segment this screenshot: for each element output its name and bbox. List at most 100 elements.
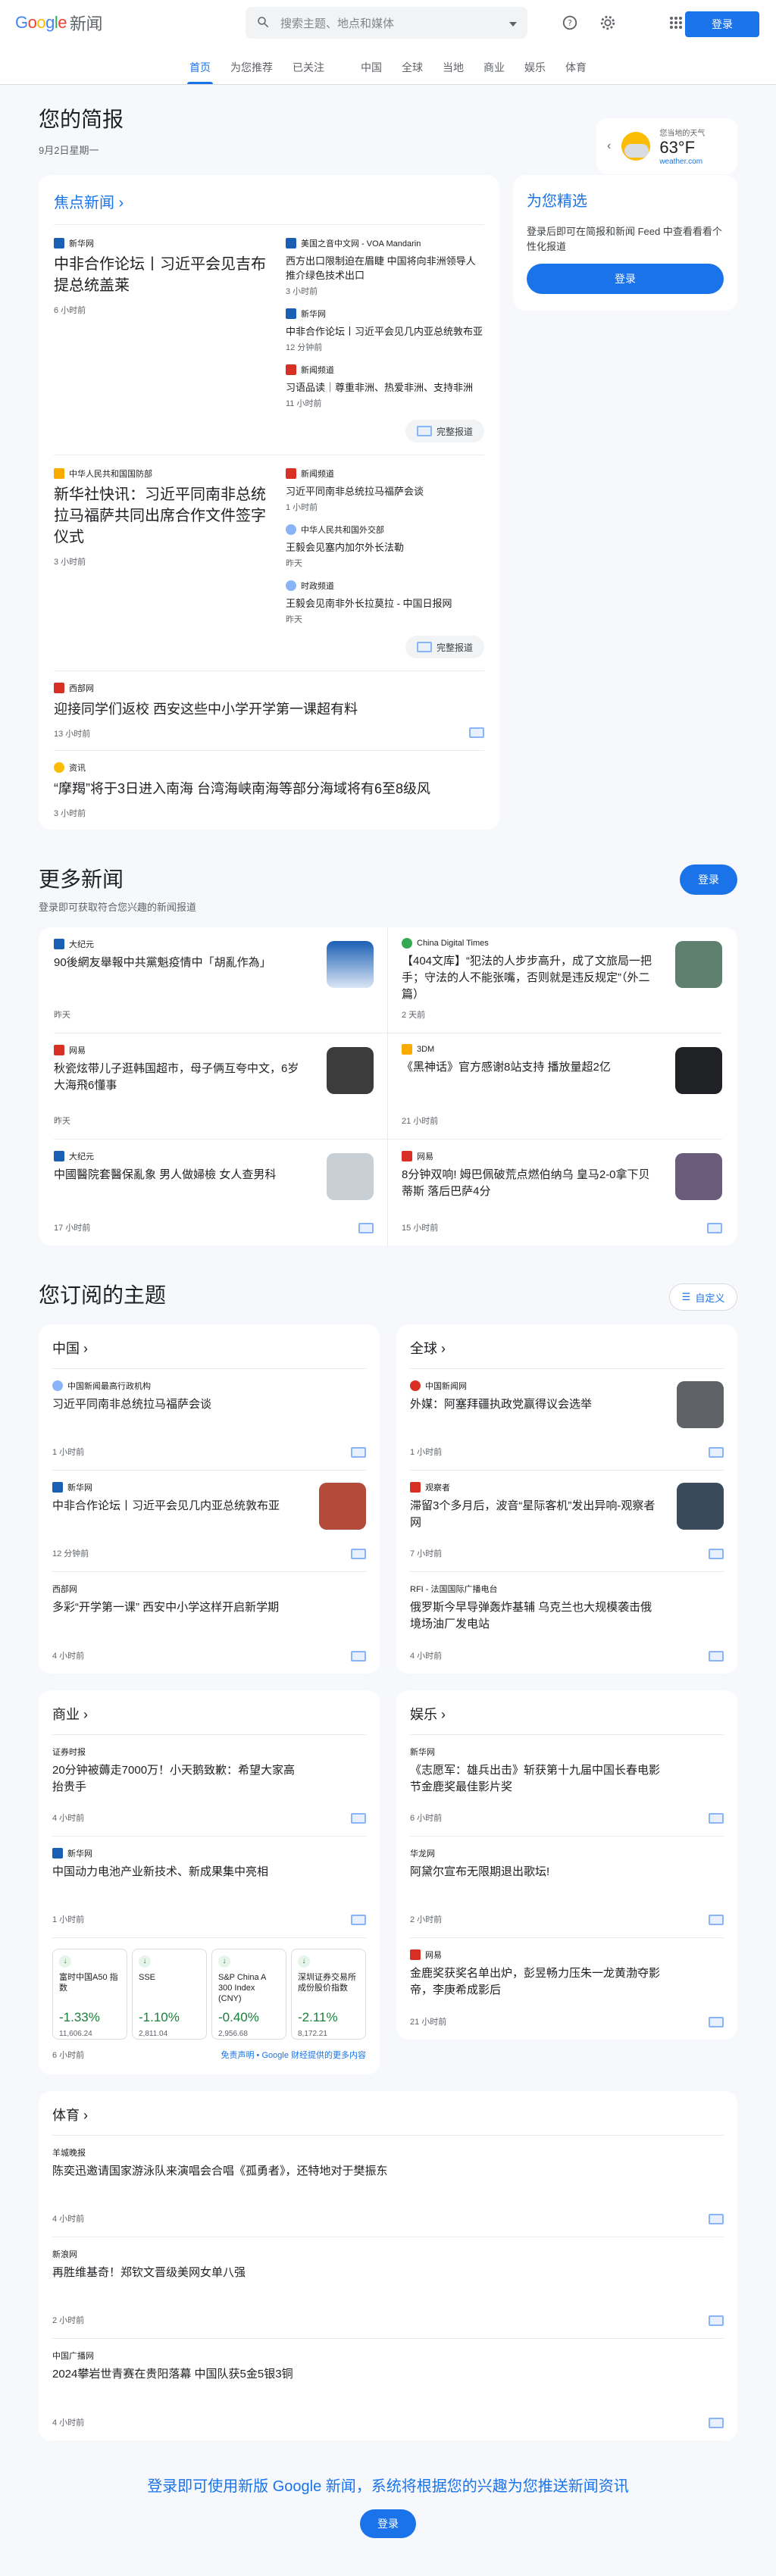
tab-entertainment[interactable]: 娱乐 <box>524 60 546 84</box>
topic-title[interactable]: 商业 › <box>52 1690 366 1735</box>
full-coverage-button[interactable]: 完整报道 <box>405 420 484 442</box>
headline[interactable]: 王毅会见南非外长拉莫拉 - 中国日报网 <box>286 596 484 611</box>
help-icon[interactable]: ? <box>561 14 579 32</box>
headline[interactable]: 秋瓷炫带儿子逛韩国超市，母子俩互夸中文，6岁大海飛6懂事 <box>54 1061 374 1094</box>
headline[interactable]: 中国动力电池产业新技术、新成果集中亮相 <box>52 1864 366 1880</box>
news-thumbnail[interactable] <box>675 1153 722 1200</box>
full-coverage-icon[interactable] <box>709 2017 724 2027</box>
headline[interactable]: 阿黛尔宣布无限期退出歌坛! <box>410 1864 724 1880</box>
full-coverage-icon <box>416 642 432 652</box>
full-coverage-icon[interactable] <box>709 2214 724 2224</box>
list-item: 华龙网 阿黛尔宣布无限期退出歌坛! 2 小时前 <box>410 1837 724 1938</box>
headline[interactable]: 习语品读｜尊重非洲、热爱非洲、支持非洲 <box>286 380 484 395</box>
full-coverage-icon[interactable] <box>709 1915 724 1925</box>
headline[interactable]: 王毅会见塞内加尔外长法勒 <box>286 540 484 555</box>
full-coverage-icon[interactable] <box>469 727 484 738</box>
tab-home[interactable]: 首页 <box>187 60 213 84</box>
weather-source[interactable]: weather.com <box>659 158 705 166</box>
stock-value: 2,956.68 <box>218 2030 248 2038</box>
stock-ticker[interactable]: ↓ SSE -1.10% 2,811.04 <box>132 1949 207 2040</box>
full-coverage-icon[interactable] <box>709 1813 724 1824</box>
apps-grid-icon[interactable] <box>667 14 685 32</box>
headline[interactable]: 俄罗斯今早导弹轰炸基辅 乌克兰也大规模袭击俄境场油厂发电站 <box>410 1599 724 1633</box>
finance-disclaimer-link[interactable]: 免责声明 • Google 财经提供的更多内容 <box>221 2049 367 2061</box>
headline[interactable]: 2024攀岩世青赛在贵阳落幕 中国队获5金5银3铜 <box>52 2366 724 2383</box>
full-coverage-icon[interactable] <box>709 1549 724 1559</box>
headline[interactable]: 习近平同南非总统拉马福萨会谈 <box>286 484 484 499</box>
headline[interactable]: 迎接同学们返校 西安这些中小学开学第一课超有料 <box>54 699 484 720</box>
tab-world[interactable]: 全球 <box>402 60 423 84</box>
list-item: 新华网 中非合作论坛丨习近平会见几内亚总统敦布亚 12 分钟前 <box>52 1471 366 1572</box>
full-coverage-icon[interactable] <box>709 1447 724 1458</box>
headline[interactable]: 《黑神话》官方感谢8站支持 播放量超2亿 <box>402 1059 722 1076</box>
headline[interactable]: “摩羯”将于3日进入南海 台湾海峡南海等部分海域将有6至8级风 <box>54 778 484 799</box>
full-coverage-icon[interactable] <box>709 1651 724 1662</box>
source-name: 西部网 <box>69 684 94 693</box>
headline[interactable]: 中國醫院套醫保亂象 男人做婦檢 女人查男科 <box>54 1167 374 1183</box>
google-news-logo[interactable]: Google 新闻 <box>15 11 103 35</box>
news-thumbnail[interactable] <box>327 1047 374 1094</box>
search-input[interactable]: 搜索主题、地点和媒体 <box>246 7 527 39</box>
full-coverage-icon[interactable] <box>709 2315 724 2326</box>
topic-title[interactable]: 中国 › <box>52 1324 366 1369</box>
timestamp: 4 小时前 <box>52 2215 85 2224</box>
source-logo-icon <box>286 524 296 535</box>
news-thumbnail[interactable] <box>327 1153 374 1200</box>
full-coverage-icon[interactable] <box>358 1223 374 1233</box>
full-coverage-icon[interactable] <box>709 2418 724 2428</box>
down-arrow-icon: ↓ <box>218 1955 230 1968</box>
headline[interactable]: 陈奕迅邀请国家游泳队来演唱会合唱《孤勇者》，还特地对于樊振东 <box>52 2163 724 2180</box>
sign-in-button[interactable]: 登录 <box>685 11 759 37</box>
news-thumbnail[interactable] <box>675 1047 722 1094</box>
chevron-left-icon[interactable]: ‹ <box>607 139 611 153</box>
tab-following[interactable]: 已关注 <box>293 60 324 84</box>
full-coverage-icon[interactable] <box>351 1651 366 1662</box>
news-thumbnail[interactable] <box>319 1483 366 1530</box>
stock-ticker[interactable]: ↓ 深圳证券交易所成份股价指数 -2.11% 8,172.21 <box>291 1949 366 2040</box>
dropdown-icon[interactable] <box>509 17 517 29</box>
top-stories-title[interactable]: 焦点新闻 › <box>54 175 484 225</box>
tab-china[interactable]: 中国 <box>361 60 382 84</box>
headline[interactable]: 中非合作论坛丨习近平会见吉布提总统盖莱 <box>54 254 271 296</box>
headline[interactable]: 习近平同南非总统拉马福萨会谈 <box>52 1396 366 1413</box>
picks-title: 为您精选 <box>527 193 587 210</box>
footer-sign-in-button[interactable]: 登录 <box>360 2509 416 2538</box>
headline[interactable]: 90後網友舉報中共黨魁疫情中「胡亂作為」 <box>54 955 374 971</box>
full-coverage-button[interactable]: 完整报道 <box>405 636 484 658</box>
news-thumbnail[interactable] <box>675 941 722 988</box>
headline[interactable]: 【404文库】“犯法的人步步高升，成了文旅局一把手；守法的人不能张嘴，否则就是违… <box>402 953 722 1003</box>
news-thumbnail[interactable] <box>677 1483 724 1530</box>
topic-title[interactable]: 娱乐 › <box>410 1690 724 1735</box>
topic-title[interactable]: 全球 › <box>410 1324 724 1369</box>
headline[interactable]: 再胜维基奇！郑钦文晋级美网女单八强 <box>52 2265 724 2281</box>
tab-business[interactable]: 商业 <box>483 60 505 84</box>
full-coverage-icon[interactable] <box>351 1915 366 1925</box>
topic-title[interactable]: 体育 › <box>52 2091 724 2136</box>
tab-local[interactable]: 当地 <box>443 60 464 84</box>
tab-sports[interactable]: 体育 <box>565 60 587 84</box>
headline[interactable]: 20分钟被薅走7000万！小天鹅致歉：希望大家高抬贵手 <box>52 1762 366 1796</box>
settings-gear-icon[interactable] <box>599 14 617 32</box>
stock-ticker[interactable]: ↓ S&P China A 300 Index (CNY) -0.40% 2,956.… <box>211 1949 286 2040</box>
headline[interactable]: 西方出口限制迫在眉睫 中国将向非洲领导人推介绿色技术出口 <box>286 254 484 283</box>
story-cluster: 新华网 中非合作论坛丨习近平会见吉布提总统盖莱 6 小时前 美国之音中文网 - … <box>54 225 484 455</box>
headline[interactable]: 新华社快讯：习近平同南非总统拉马福萨共同出席合作文件签字仪式 <box>54 484 271 548</box>
weather-widget[interactable]: ‹ 您当地的天气 63°F weather.com <box>596 118 737 174</box>
headline[interactable]: 金鹿奖获奖名单出炉，彭昱畅力压朱一龙黄渤夺影帝，李庚希成影后 <box>410 1965 724 1999</box>
subscribed-topics-title: 您订阅的主题 <box>39 1283 167 1307</box>
picks-sign-in-button[interactable]: 登录 <box>527 264 724 294</box>
news-thumbnail[interactable] <box>677 1381 724 1428</box>
headline[interactable]: 《志愿军：雄兵出击》斩获第十九届中国长春电影节金鹿奖最佳影片奖 <box>410 1762 724 1796</box>
customize-button[interactable]: ☰ 自定义 <box>669 1283 737 1311</box>
stock-ticker[interactable]: ↓ 富时中国A50 指数 -1.33% 11,606.24 <box>52 1949 127 2040</box>
tab-for-you[interactable]: 为您推荐 <box>230 60 273 84</box>
full-coverage-icon[interactable] <box>351 1813 366 1824</box>
full-coverage-icon[interactable] <box>351 1447 366 1458</box>
news-thumbnail[interactable] <box>327 941 374 988</box>
headline[interactable]: 8分钟双响! 姆巴佩破荒点燃伯纳乌 皇马2-0拿下贝蒂斯 落后巴萨4分 <box>402 1167 722 1200</box>
headline[interactable]: 中非合作论坛丨习近平会见几内亚总统敦布亚 <box>286 324 484 339</box>
full-coverage-icon[interactable] <box>351 1549 366 1559</box>
full-coverage-icon[interactable] <box>707 1223 722 1233</box>
headline[interactable]: 多彩“开学第一课” 西安中小学这样开启新学期 <box>52 1599 366 1616</box>
more-news-sign-in-button[interactable]: 登录 <box>680 864 737 895</box>
